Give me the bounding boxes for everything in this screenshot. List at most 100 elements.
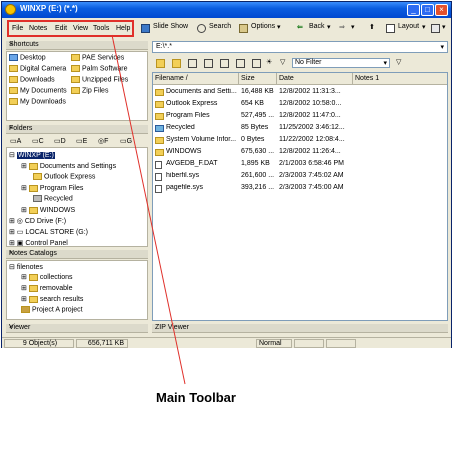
drive-f-button[interactable]: ◎F bbox=[98, 137, 108, 145]
menu-view[interactable]: View bbox=[73, 25, 88, 32]
tree-item-documents[interactable]: ⊞ Documents and Settings bbox=[21, 162, 116, 170]
drive-a-button[interactable]: ▭A bbox=[10, 137, 21, 145]
folder-icon bbox=[28, 273, 38, 281]
drive-bar: ▭A ▭C ▭D ▭E ◎F ▭G bbox=[6, 135, 148, 147]
path-dropdown-icon[interactable]: ▾ bbox=[440, 43, 444, 51]
search-button[interactable]: Search bbox=[209, 23, 231, 30]
maximize-button[interactable]: □ bbox=[421, 4, 434, 16]
filter-apply-icon[interactable]: ▽ bbox=[396, 58, 401, 66]
new-folder-icon[interactable] bbox=[172, 59, 181, 68]
catalogs-header: Notes Catalogs × bbox=[6, 250, 148, 259]
forward-dropdown-icon[interactable]: ▾ bbox=[351, 23, 355, 31]
shortcut-pae-services[interactable]: PAE Services bbox=[71, 54, 124, 61]
shortcut-zip-files[interactable]: Zip Files bbox=[71, 87, 108, 94]
tree-item-winxp[interactable]: ⊟ WINXP (E:) bbox=[9, 151, 55, 159]
cell-name: Documents and Setti... bbox=[166, 88, 237, 95]
layout-dropdown-icon[interactable]: ▾ bbox=[422, 23, 426, 31]
col-header-date[interactable]: Date bbox=[277, 73, 353, 85]
file-icon bbox=[155, 185, 162, 193]
drive-d-button[interactable]: ▭D bbox=[54, 137, 66, 145]
catalogs-close-icon[interactable]: × bbox=[9, 250, 145, 257]
catalog-search-results[interactable]: ⊞ search results bbox=[21, 295, 83, 303]
table-row[interactable]: Program Files 527,495 ... 12/8/2002 11:47:… bbox=[153, 111, 447, 123]
view-mode-icon[interactable] bbox=[431, 24, 440, 33]
menu-edit[interactable]: Edit bbox=[55, 25, 67, 32]
shortcut-digital-camera[interactable]: Digital Camera bbox=[9, 65, 66, 72]
folder-up-icon[interactable] bbox=[156, 59, 165, 68]
col-header-notes[interactable]: Notes 1 bbox=[353, 73, 447, 85]
catalog-filenotes[interactable]: ⊟ filenotes bbox=[9, 263, 43, 271]
drive-c-button[interactable]: ▭C bbox=[32, 137, 44, 145]
status-total-size: 656,711 KB bbox=[76, 339, 128, 348]
cell-date: 12/8/2002 10:58:0... bbox=[279, 100, 342, 107]
delete-icon[interactable] bbox=[252, 59, 261, 68]
table-row[interactable]: WINDOWS 675,630 ... 12/8/2002 11:26:4... bbox=[153, 147, 447, 159]
table-row[interactable]: Recycled 85 Bytes 11/25/2002 3:46:12... bbox=[153, 123, 447, 135]
slideshow-icon bbox=[141, 24, 150, 33]
table-row[interactable]: System Volume Infor... 0 Bytes 11/22/2002 … bbox=[153, 135, 447, 147]
menu-file[interactable]: File bbox=[12, 25, 23, 32]
shortcut-my-downloads[interactable]: My Downloads bbox=[9, 98, 66, 105]
slideshow-button[interactable]: Slide Show bbox=[153, 23, 188, 30]
copy-icon[interactable] bbox=[188, 59, 197, 68]
filter-dropdown-icon[interactable]: ▾ bbox=[383, 59, 387, 67]
menu-tools[interactable]: Tools bbox=[93, 25, 109, 32]
cell-date: 2/1/2003 6:58:46 PM bbox=[279, 160, 344, 167]
shortcut-downloads[interactable]: Downloads bbox=[9, 76, 55, 83]
move-icon[interactable] bbox=[204, 59, 213, 68]
zip-viewer-title: ZIP Viewer bbox=[155, 324, 189, 331]
table-row[interactable]: Outlook Express 654 KB 12/8/2002 10:58:0..… bbox=[153, 99, 447, 111]
table-row[interactable]: Documents and Setti... 16,488 KB 12/8/2002… bbox=[153, 87, 447, 99]
col-header-size[interactable]: Size bbox=[239, 73, 277, 85]
catalog-project-a[interactable]: Project A project bbox=[21, 306, 83, 313]
view-icon[interactable] bbox=[220, 59, 229, 68]
shortcut-desktop[interactable]: Desktop bbox=[9, 54, 46, 61]
cell-size: 675,630 ... bbox=[241, 148, 275, 155]
tree-item-local-store[interactable]: ⊞ ▭ LOCAL STORE (G:) bbox=[9, 228, 88, 236]
sort-icon[interactable] bbox=[236, 59, 245, 68]
tree-item-outlook[interactable]: Outlook Express bbox=[33, 173, 95, 180]
minimize-button[interactable]: _ bbox=[407, 4, 420, 16]
up-folder-icon[interactable]: ⬆ bbox=[369, 23, 375, 31]
tree-item-cd-drive[interactable]: ⊞ ◎ CD Drive (F:) bbox=[9, 217, 66, 225]
table-row[interactable]: pagefile.sys 393,216 ... 2/3/2003 7:45:00 … bbox=[153, 183, 447, 195]
title-bar[interactable]: WINXP (E:) (*.*) _ □ × bbox=[2, 2, 451, 18]
table-row[interactable]: hiberfil.sys 261,600 ... 2/3/2003 7:45:02 … bbox=[153, 171, 447, 183]
view-mode-dropdown-icon[interactable]: ▾ bbox=[442, 23, 446, 31]
folder-icon bbox=[9, 87, 18, 94]
filter-select[interactable]: No Filter ▾ bbox=[292, 58, 390, 68]
drive-g-button[interactable]: ▭G bbox=[120, 137, 132, 145]
close-button[interactable]: × bbox=[435, 4, 448, 16]
shortcut-my-documents[interactable]: My Documents bbox=[9, 87, 67, 94]
tree-item-program-files[interactable]: ⊞ Program Files bbox=[21, 184, 83, 192]
path-input[interactable]: E:\*.* ▾ bbox=[152, 41, 448, 53]
forward-arrow-icon[interactable]: ⇒ bbox=[339, 23, 345, 31]
catalog-collections[interactable]: ⊞ collections bbox=[21, 273, 73, 281]
menu-notes[interactable]: Notes bbox=[29, 25, 47, 32]
tree-item-recycled[interactable]: Recycled bbox=[33, 195, 73, 202]
options-button[interactable]: Options bbox=[251, 23, 275, 30]
table-row[interactable]: AVGEDB_F.DAT 1,895 KB 2/1/2003 6:58:46 PM bbox=[153, 159, 447, 171]
options-dropdown-icon[interactable]: ▾ bbox=[277, 23, 281, 31]
menu-help[interactable]: Help bbox=[116, 25, 130, 32]
shortcuts-close-icon[interactable]: × bbox=[9, 41, 145, 48]
shortcut-palm-software[interactable]: Palm Software bbox=[71, 65, 128, 72]
folder-icon bbox=[71, 65, 80, 72]
filter-options-icon[interactable]: ☀ bbox=[266, 58, 272, 66]
catalog-removable[interactable]: ⊞ removable bbox=[21, 284, 73, 292]
layout-button[interactable]: Layout bbox=[398, 23, 419, 30]
cell-name: Recycled bbox=[166, 124, 195, 131]
cell-date: 2/3/2003 7:45:02 AM bbox=[279, 172, 344, 179]
back-button[interactable]: Back bbox=[309, 23, 325, 30]
folders-close-icon[interactable]: × bbox=[9, 125, 145, 132]
folder-icon bbox=[28, 162, 38, 170]
back-dropdown-icon[interactable]: ▾ bbox=[327, 23, 331, 31]
cell-size: 654 KB bbox=[241, 100, 264, 107]
view-toolbar: ☀ ▽ No Filter ▾ ▽ bbox=[152, 56, 448, 70]
viewer-close-icon[interactable]: × bbox=[9, 324, 145, 331]
col-header-filename[interactable]: Filename / bbox=[153, 73, 239, 85]
drive-e-button[interactable]: ▭E bbox=[76, 137, 87, 145]
shortcut-unzipped-files[interactable]: Unzipped Files bbox=[71, 76, 128, 83]
tree-item-windows[interactable]: ⊞ WINDOWS bbox=[21, 206, 75, 214]
tree-item-control-panel[interactable]: ⊞ ▣ Control Panel bbox=[9, 239, 68, 246]
